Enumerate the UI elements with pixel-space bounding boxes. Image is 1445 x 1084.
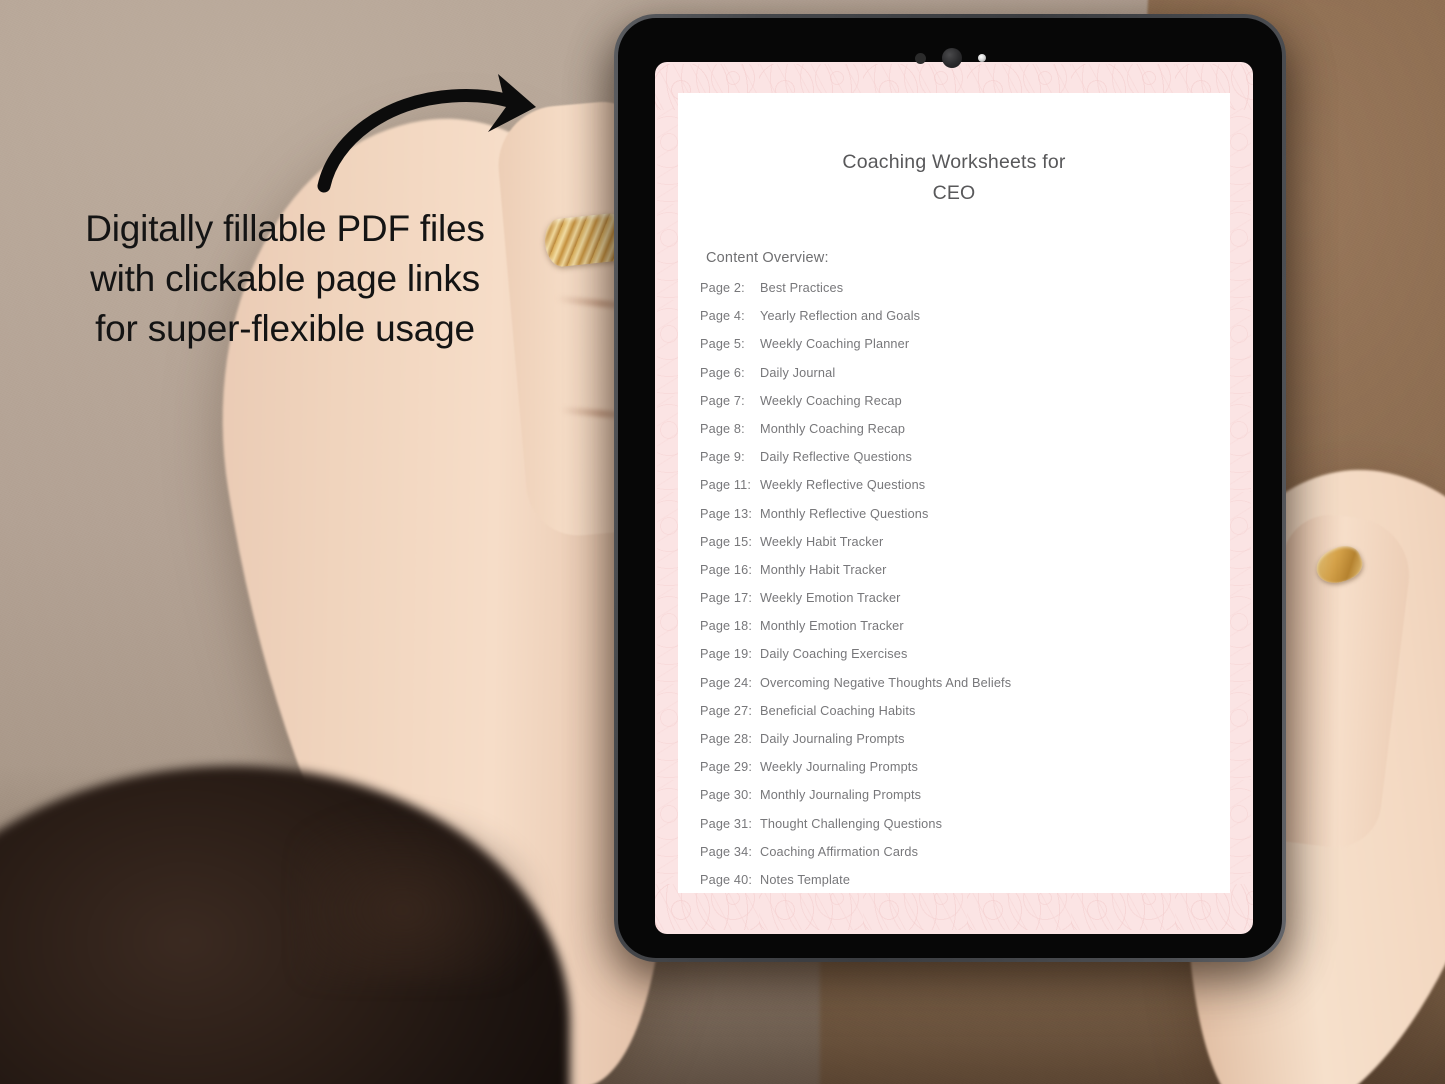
toc-entry-title: Monthly Coaching Recap [760, 421, 906, 436]
toc-page-number: Page 34: [700, 844, 752, 859]
pdf-page: Coaching Worksheets for CEO Content Over… [678, 93, 1230, 893]
toc-entry-title: Daily Coaching Exercises [760, 647, 908, 662]
annotation-line-2: with clickable page links [90, 258, 480, 299]
toc-page-number: Page 29: [700, 760, 752, 775]
toc-entry-title: Weekly Reflective Questions [760, 478, 926, 493]
toc-page-number: Page 18: [700, 619, 752, 634]
toc-entry-title: Weekly Coaching Recap [760, 393, 902, 408]
toc-row[interactable]: Page 5: Weekly Coaching Planner [700, 337, 1230, 365]
toc-row[interactable]: Page 11: Weekly Reflective Questions [700, 478, 1230, 506]
toc-page-number: Page 8: [700, 421, 745, 436]
toc-row[interactable]: Page 34: Coaching Affirmation Cards [700, 845, 1230, 873]
toc-entry-title: Weekly Coaching Planner [760, 337, 910, 352]
toc-page-number: Page 16: [700, 562, 752, 577]
toc-row[interactable]: Page 4: Yearly Reflection and Goals [700, 309, 1230, 337]
toc-entry-title: Beneficial Coaching Habits [760, 703, 916, 718]
toc-entry-title: Best Practices [760, 281, 844, 295]
toc-row[interactable]: Page 6: Daily Journal [700, 366, 1230, 394]
annotation-line-3: for super-flexible usage [95, 308, 475, 349]
toc-entry-title: Monthly Journaling Prompts [760, 788, 922, 803]
toc-row[interactable]: Page 40: Notes Template [700, 873, 1230, 901]
sensor-cluster [618, 48, 1282, 68]
table-of-contents: Page 2: Best Practices Page 4: Yearly Refle… [678, 266, 1230, 901]
toc-entry-title: Monthly Emotion Tracker [760, 619, 904, 634]
toc-entry-title: Daily Journal [760, 365, 836, 380]
toc-page-number: Page 27: [700, 703, 752, 718]
toc-entry-title: Weekly Journaling Prompts [760, 760, 918, 775]
toc-page-number: Page 15: [700, 534, 752, 549]
mandala-pattern-right [1227, 108, 1251, 884]
hair-edge-blur [300, 742, 640, 982]
toc-row[interactable]: Page 19: Daily Coaching Exercises [700, 647, 1230, 675]
toc-entry-title: Monthly Reflective Questions [760, 506, 929, 521]
proximity-sensor-icon [914, 52, 926, 64]
toc-row[interactable]: Page 15: Weekly Habit Tracker [700, 535, 1230, 563]
toc-entry-title: Daily Journaling Prompts [760, 732, 905, 746]
toc-row[interactable]: Page 9: Daily Reflective Questions [700, 450, 1230, 478]
toc-row[interactable]: Page 27: Beneficial Coaching Habits [700, 704, 1230, 732]
toc-row[interactable]: Page 7: Weekly Coaching Recap [700, 394, 1230, 422]
toc-page-number: Page 28: [700, 732, 752, 746]
toc-row[interactable]: Page 30: Monthly Journaling Prompts [700, 788, 1230, 816]
toc-entry-title: Overcoming Negative Thoughts And Beliefs [760, 675, 1012, 690]
toc-page-number: Page 40: [700, 872, 752, 887]
toc-row[interactable]: Page 28: Daily Journaling Prompts [700, 732, 1230, 760]
toc-page-number: Page 11: [700, 478, 752, 493]
toc-entry-title: Daily Reflective Questions [760, 450, 912, 465]
tablet-screen[interactable]: Coaching Worksheets for CEO Content Over… [655, 62, 1253, 934]
light-sensor-icon [977, 54, 986, 62]
toc-row[interactable]: Page 29: Weekly Journaling Prompts [700, 760, 1230, 788]
product-mockup-scene: Coaching Worksheets for CEO Content Over… [0, 0, 1445, 1084]
toc-page-number: Page 7: [700, 393, 745, 408]
annotation-text: Digitally fillable PDF files with clicka… [42, 204, 528, 354]
page-title-line-1: Coaching Worksheets for [842, 151, 1066, 173]
toc-entry-title: Monthly Habit Tracker [760, 562, 887, 577]
toc-page-number: Page 5: [700, 337, 745, 352]
toc-entry-title: Notes Template [760, 872, 851, 887]
toc-entry-title: Weekly Habit Tracker [760, 534, 884, 549]
toc-page-number: Page 24: [700, 675, 752, 690]
tablet-device: Coaching Worksheets for CEO Content Over… [614, 14, 1286, 962]
toc-row[interactable]: Page 17: Weekly Emotion Tracker [700, 591, 1230, 619]
toc-entry-title: Yearly Reflection and Goals [760, 309, 921, 324]
page-title-line-2: CEO [932, 182, 976, 204]
toc-entry-title: Thought Challenging Questions [760, 816, 943, 831]
content-overview-label: Content Overview: [706, 250, 829, 266]
toc-entry-title: Weekly Emotion Tracker [760, 591, 901, 606]
toc-page-number: Page 17: [700, 591, 752, 606]
toc-page-number: Page 2: [700, 281, 745, 295]
toc-page-number: Page 13: [700, 506, 752, 521]
toc-page-number: Page 9: [700, 450, 745, 465]
toc-row[interactable]: Page 16: Monthly Habit Tracker [700, 563, 1230, 591]
toc-row[interactable]: Page 18: Monthly Emotion Tracker [700, 619, 1230, 647]
toc-page-number: Page 30: [700, 788, 752, 803]
toc-row[interactable]: Page 2: Best Practices [700, 281, 1230, 309]
annotation-line-1: Digitally fillable PDF files [85, 208, 485, 249]
toc-row[interactable]: Page 13: Monthly Reflective Questions [700, 507, 1230, 535]
toc-page-number: Page 6: [700, 365, 745, 380]
toc-row[interactable]: Page 8: Monthly Coaching Recap [700, 422, 1230, 450]
toc-entry-title: Coaching Affirmation Cards [760, 844, 919, 859]
toc-page-number: Page 19: [700, 647, 752, 662]
toc-page-number: Page 4: [700, 309, 745, 324]
camera-lens-icon [941, 48, 962, 68]
toc-row[interactable]: Page 24: Overcoming Negative Thoughts And… [700, 676, 1230, 704]
tablet-bezel: Coaching Worksheets for CEO Content Over… [618, 18, 1282, 958]
toc-row[interactable]: Page 31: Thought Challenging Questions [700, 817, 1230, 845]
page-title: Coaching Worksheets for CEO [678, 93, 1230, 209]
toc-page-number: Page 31: [700, 816, 752, 831]
curved-arrow-right-icon [300, 66, 560, 201]
